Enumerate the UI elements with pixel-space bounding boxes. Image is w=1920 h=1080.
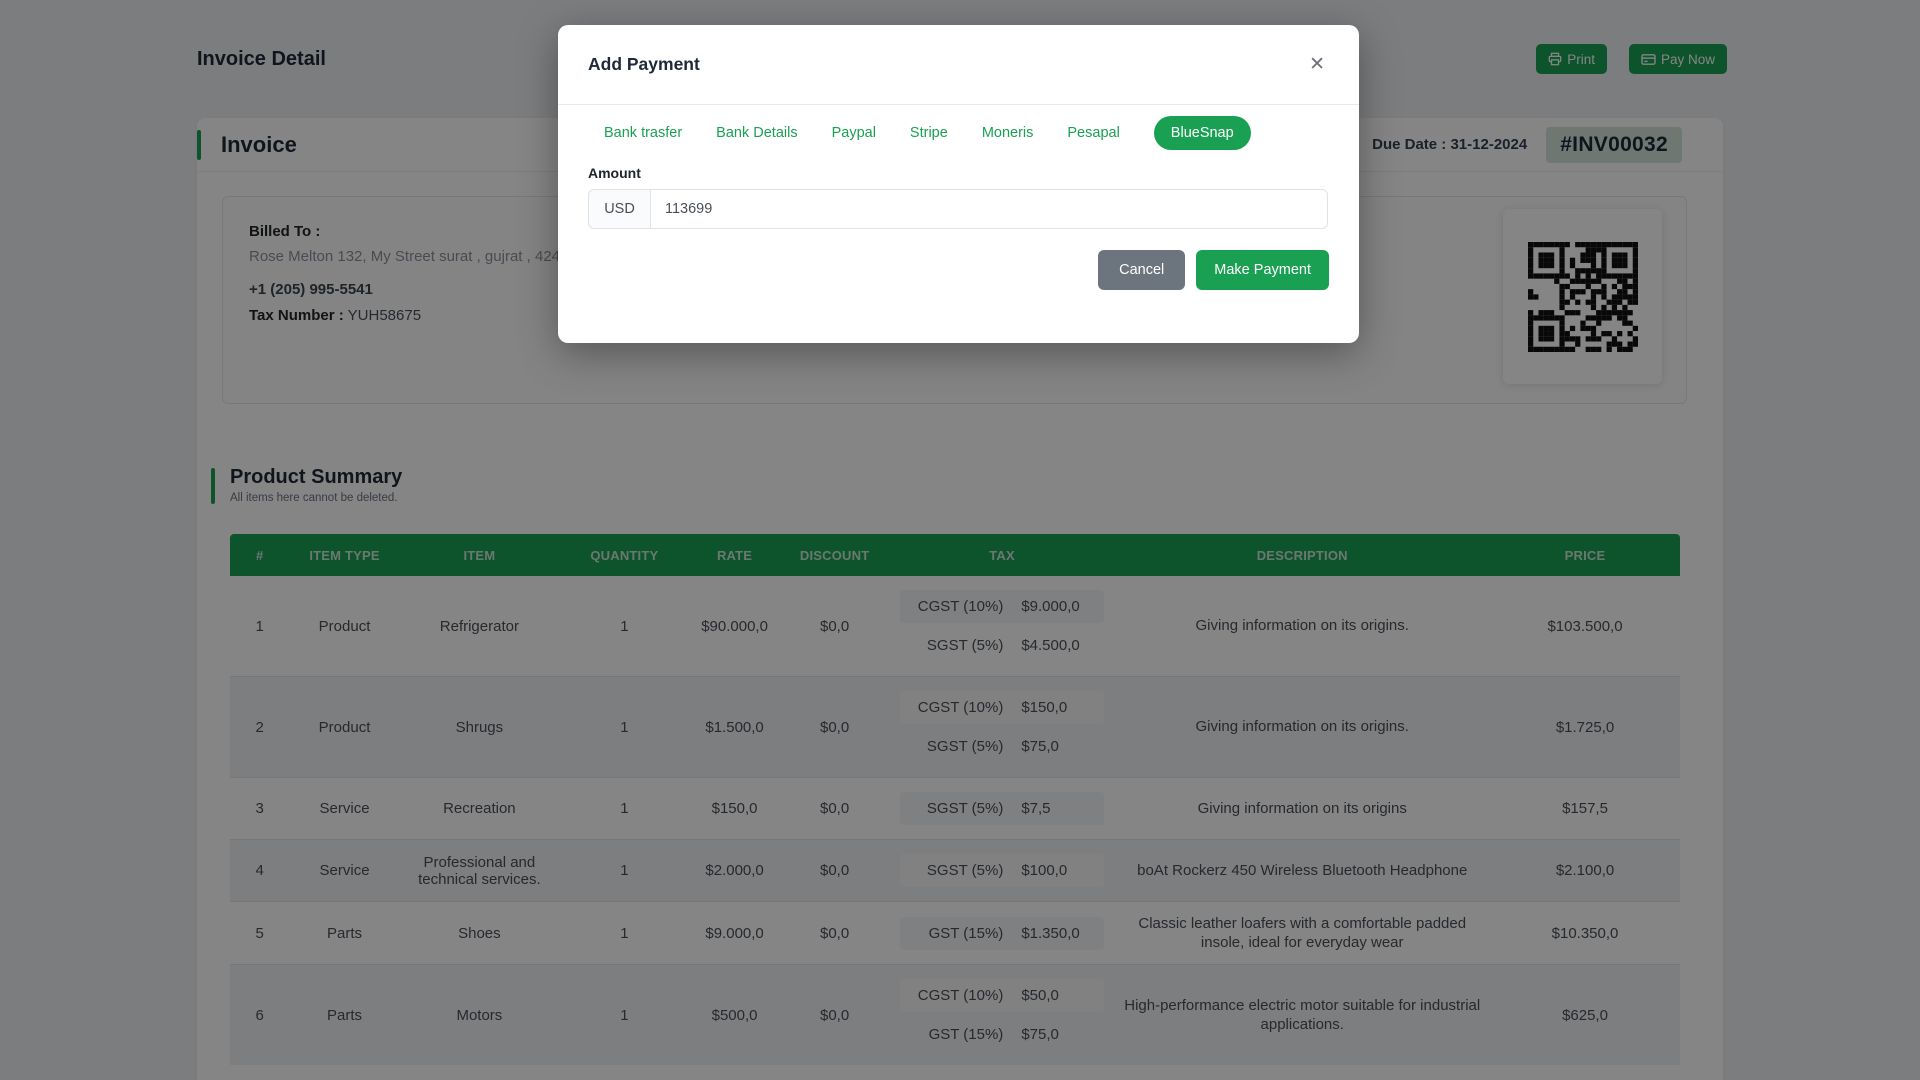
amount-input-group: USD [588, 189, 1328, 229]
make-payment-button[interactable]: Make Payment [1196, 250, 1329, 290]
tab-bank-trasfer[interactable]: Bank trasfer [604, 125, 682, 141]
add-payment-modal: Add Payment ✕ Bank trasfer Bank Details Pa… [558, 25, 1359, 343]
tab-moneris[interactable]: Moneris [982, 125, 1034, 141]
amount-label: Amount [588, 165, 1329, 181]
currency-prefix: USD [588, 189, 650, 229]
modal-header: Add Payment ✕ [558, 25, 1359, 105]
tab-bluesnap[interactable]: BlueSnap [1154, 116, 1251, 150]
tab-stripe[interactable]: Stripe [910, 125, 948, 141]
tab-bank-details[interactable]: Bank Details [716, 125, 797, 141]
modal-title: Add Payment [588, 54, 700, 75]
modal-footer: Cancel Make Payment [588, 250, 1329, 290]
payment-method-tabs: Bank trasfer Bank Details Paypal Stripe Mone… [588, 114, 1329, 152]
cancel-button[interactable]: Cancel [1098, 250, 1185, 290]
modal-body: Bank trasfer Bank Details Paypal Stripe Mone… [558, 114, 1359, 290]
tab-paypal[interactable]: Paypal [832, 125, 876, 141]
amount-input[interactable] [650, 189, 1328, 229]
close-icon[interactable]: ✕ [1305, 51, 1329, 78]
tab-pesapal[interactable]: Pesapal [1067, 125, 1119, 141]
